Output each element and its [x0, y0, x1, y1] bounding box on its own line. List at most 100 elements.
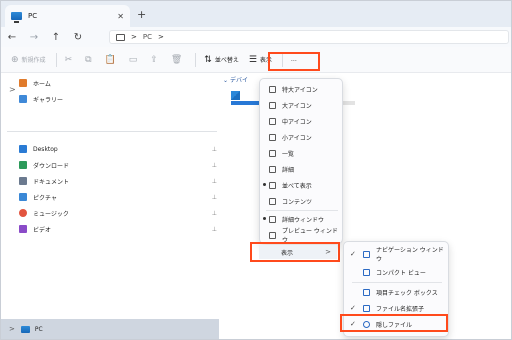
home-icon — [19, 79, 27, 87]
section-label: デバイ — [229, 77, 248, 84]
sidebar-item-label: ビデオ — [33, 226, 52, 234]
copy-button[interactable]: ⧉ — [85, 55, 94, 65]
delete-button[interactable]: 🗑 — [171, 55, 185, 65]
submenu-item-label: 項目チェック ボックス — [376, 289, 438, 297]
devices-section-header[interactable]: ⌄ デバイ — [223, 75, 248, 84]
menu-item-small-icons[interactable]: 小アイコン — [260, 130, 342, 144]
new-button[interactable]: ⊕ 新規作成 — [11, 55, 46, 65]
menu-item-list[interactable]: 一覧 — [260, 146, 342, 160]
checkbox-icon — [363, 288, 370, 296]
submenu-item-label: ナビゲーション ウィンドウ — [376, 247, 444, 263]
new-tab-icon[interactable]: + — [137, 8, 146, 21]
download-icon — [19, 161, 27, 169]
sidebar-item-documents[interactable]: ドキュメント ⊥ — [19, 175, 219, 187]
title-bar: PC ✕ + — [1, 1, 511, 27]
music-icon — [19, 209, 27, 217]
pc-icon — [11, 12, 22, 23]
view-icon: ☰ — [248, 54, 257, 65]
sidebar-item-pictures[interactable]: ピクチャ ⊥ — [19, 191, 219, 203]
copy-icon: ⧉ — [85, 54, 92, 65]
menu-item-extra-large-icons[interactable]: 特大アイコン — [260, 82, 342, 96]
check-icon: ✓ — [350, 250, 356, 258]
pc-icon — [20, 325, 30, 333]
menu-item-preview-pane[interactable]: プレビュー ウィンドウ — [260, 228, 342, 244]
large-icons-icon — [269, 101, 276, 109]
sidebar-item-music[interactable]: ミュージック ⊥ — [19, 207, 219, 219]
rename-button[interactable]: ▭ — [129, 55, 141, 65]
command-bar: ⊕ 新規作成 ✂ ⧉ 📋 ▭ ⇪ 🗑 ⇅ 並べ替え ☰ 表示 … — [1, 47, 511, 73]
content-icon — [269, 197, 276, 205]
sidebar-item-label: Desktop — [33, 145, 58, 153]
navigation-bar: ← → ↑ ↻ > PC > — [1, 27, 511, 47]
tab-title: PC — [28, 12, 38, 20]
back-icon[interactable]: ← — [1, 32, 23, 43]
share-button[interactable]: ⇪ — [150, 55, 161, 65]
pin-icon: ⊥ — [211, 145, 217, 153]
menu-divider — [266, 210, 338, 211]
menu-item-details-pane[interactable]: 詳細ウィンドウ — [260, 212, 342, 226]
extra-large-icons-icon — [269, 85, 276, 93]
cut-button[interactable]: ✂ — [65, 55, 76, 65]
selected-dot-icon — [263, 183, 266, 186]
sort-button[interactable]: ⇅ 並べ替え — [204, 55, 239, 65]
drive-usage-fill — [231, 101, 259, 105]
sidebar-item-desktop[interactable]: Desktop ⊥ — [19, 143, 219, 155]
sidebar-item-pc[interactable]: > PC — [1, 319, 219, 339]
submenu-item-navigation-pane[interactable]: ✓ ナビゲーション ウィンドウ — [344, 246, 448, 263]
rename-icon: ▭ — [128, 54, 138, 65]
submenu-divider — [352, 282, 442, 283]
chevron-right-icon[interactable]: > — [9, 85, 16, 94]
share-icon: ⇪ — [150, 54, 158, 65]
pin-icon: ⊥ — [211, 209, 217, 217]
chevron-right-icon[interactable]: > — [9, 325, 15, 333]
tab-pc[interactable]: PC ✕ — [5, 5, 130, 27]
gallery-icon — [19, 95, 27, 103]
menu-item-label: 小アイコン — [282, 134, 312, 142]
path-separator: > — [131, 33, 137, 41]
path-more-icon[interactable]: > — [158, 33, 164, 41]
file-extension-icon — [363, 304, 370, 312]
sort-icon: ⇅ — [204, 54, 212, 65]
submenu-item-checkboxes[interactable]: 項目チェック ボックス — [344, 284, 448, 300]
submenu-item-label: コンパクト ビュー — [376, 269, 426, 277]
list-icon — [269, 149, 276, 157]
document-icon — [19, 177, 27, 185]
view-button-highlight — [268, 52, 320, 71]
sidebar-item-downloads[interactable]: ダウンロード ⊥ — [19, 159, 219, 171]
sort-label: 並べ替え — [214, 57, 239, 64]
address-bar[interactable]: > PC > — [109, 30, 509, 44]
hidden-files-highlight — [340, 314, 448, 332]
check-icon: ✓ — [350, 304, 356, 312]
menu-item-details[interactable]: 詳細 — [260, 162, 342, 176]
menu-item-medium-icons[interactable]: 中アイコン — [260, 114, 342, 128]
preview-pane-icon — [269, 231, 276, 239]
sidebar-divider — [7, 131, 217, 132]
forward-icon[interactable]: → — [23, 32, 45, 43]
menu-item-label: 詳細 — [282, 166, 295, 174]
view-menu: 特大アイコン 大アイコン 中アイコン 小アイコン 一覧 詳細 並べて表示 コンテ… — [259, 78, 343, 244]
sidebar-item-label: ミュージック — [33, 210, 69, 218]
menu-item-large-icons[interactable]: 大アイコン — [260, 98, 342, 112]
show-item-highlight — [250, 242, 340, 262]
medium-icons-icon — [269, 117, 276, 125]
submenu-item-compact-view[interactable]: コンパクト ビュー — [344, 264, 448, 280]
pin-icon: ⊥ — [211, 177, 217, 185]
refresh-icon[interactable]: ↻ — [67, 32, 89, 43]
cut-icon: ✂ — [64, 54, 73, 65]
up-icon[interactable]: ↑ — [45, 32, 67, 43]
sidebar-item-home[interactable]: ホーム — [19, 77, 219, 89]
path-location[interactable]: PC — [143, 33, 152, 41]
menu-item-tiles[interactable]: 並べて表示 — [260, 178, 342, 192]
chevron-down-icon: ⌄ — [223, 77, 230, 84]
new-label: 新規作成 — [21, 57, 46, 64]
sidebar-item-gallery[interactable]: ギャラリー — [19, 93, 219, 105]
sidebar-item-videos[interactable]: ビデオ ⊥ — [19, 223, 219, 235]
monitor-icon — [116, 33, 125, 41]
windows-drive-icon[interactable] — [231, 91, 240, 100]
sidebar-item-label: ドキュメント — [33, 178, 70, 186]
menu-item-content[interactable]: コンテンツ — [260, 194, 342, 208]
close-tab-icon[interactable]: ✕ — [117, 12, 124, 21]
pin-icon: ⊥ — [211, 161, 217, 169]
menu-item-label: 詳細ウィンドウ — [282, 216, 325, 224]
paste-button[interactable]: 📋 — [105, 55, 119, 65]
